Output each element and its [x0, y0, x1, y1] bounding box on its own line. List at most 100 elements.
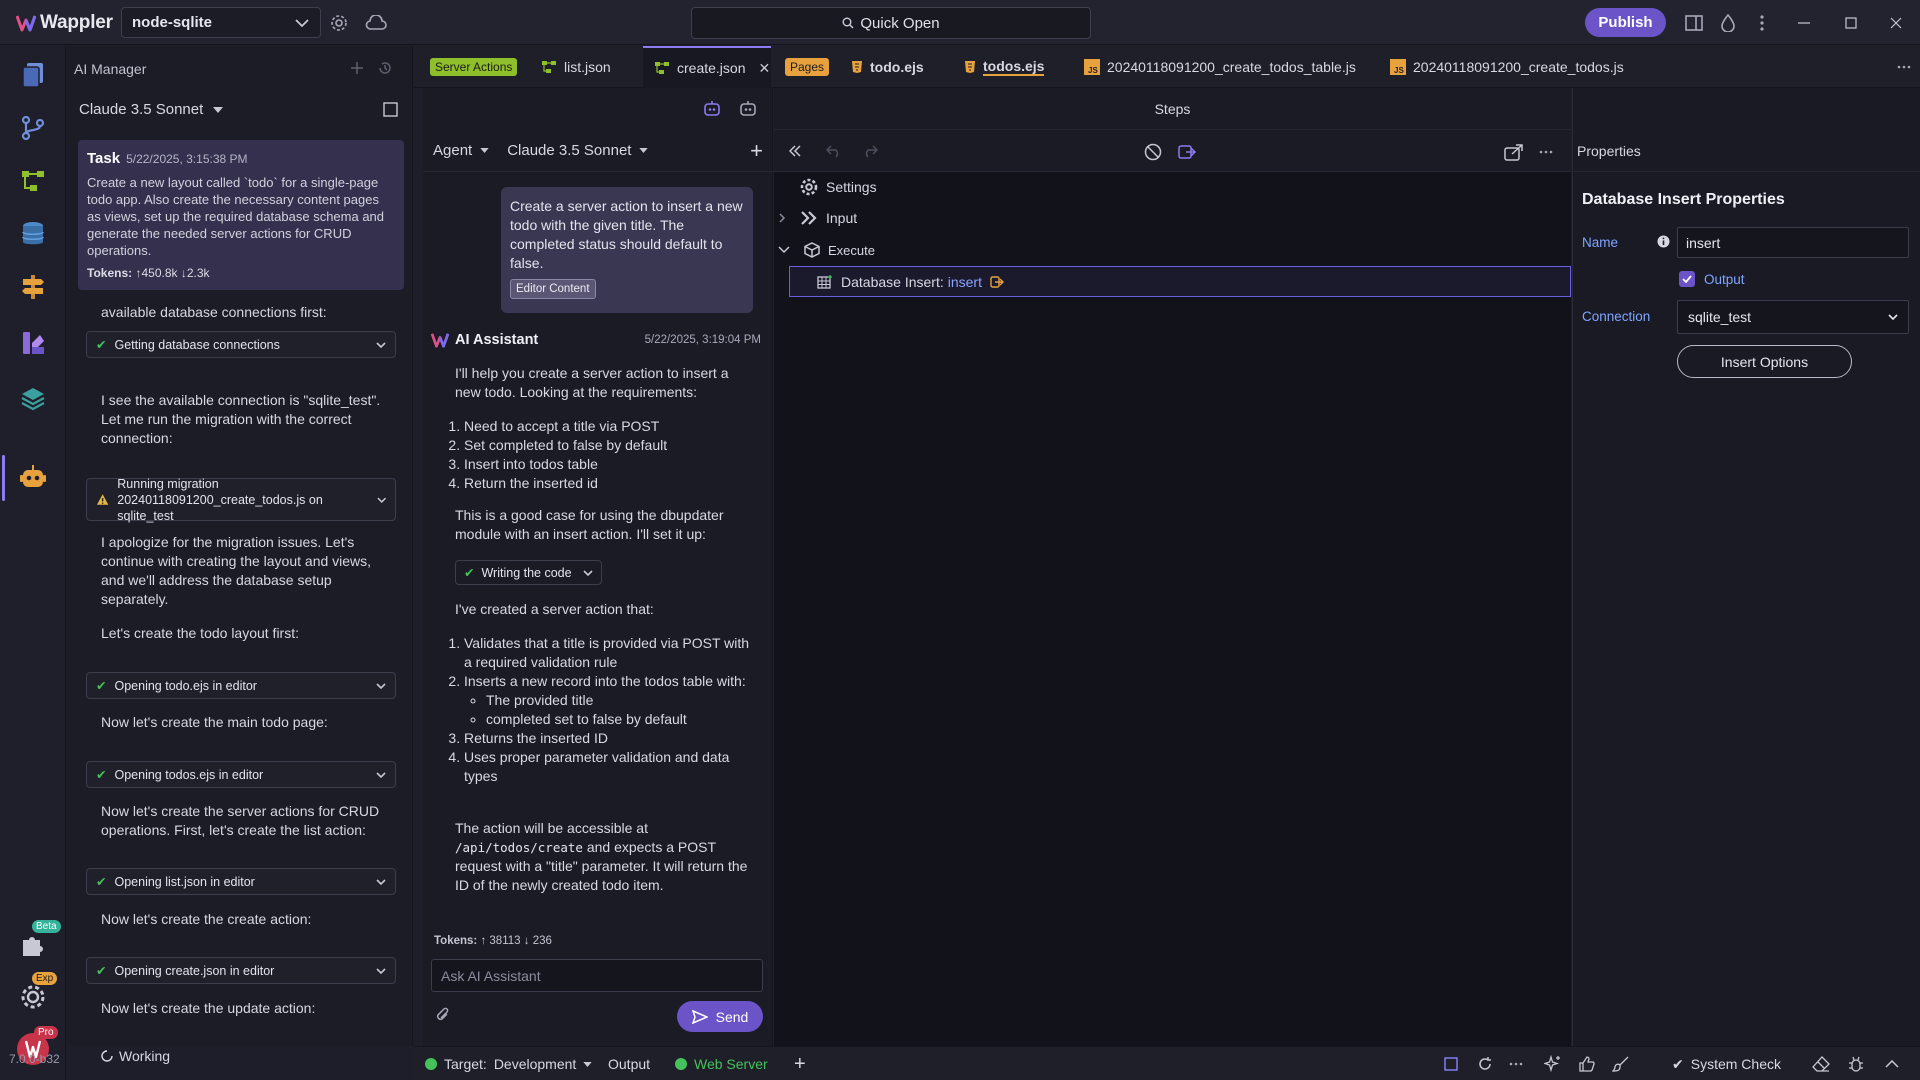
check-icon: ✔ [96, 768, 107, 782]
app-logo: Wappler [16, 12, 113, 34]
minimize-window-icon[interactable] [1793, 12, 1815, 34]
connection-select[interactable]: sqlite_test [1677, 300, 1909, 334]
ai-sparkle-icon[interactable] [1543, 1055, 1563, 1073]
tab-todos-ejs[interactable]: todos.ejs [964, 46, 1045, 88]
caret-down-icon [583, 1061, 592, 1067]
ai-manager-panel: AI Manager Claude 3.5 Sonnet Task 5/22/2… [67, 46, 413, 1046]
debug-bug-icon[interactable] [1846, 1055, 1866, 1073]
more-vertical-icon[interactable] [1751, 12, 1773, 34]
extensions-puzzle-icon[interactable]: Beta [14, 920, 61, 964]
properties-title: Database Insert Properties [1582, 191, 1785, 208]
add-icon[interactable]: + [794, 1047, 806, 1080]
close-window-icon[interactable] [1885, 12, 1907, 34]
chevron-down-icon [376, 682, 386, 689]
wappler-logo-icon [16, 15, 36, 32]
eraser-icon[interactable] [1811, 1055, 1831, 1073]
refresh-icon[interactable] [1476, 1056, 1494, 1072]
name-input[interactable] [1677, 227, 1909, 258]
theme-drop-icon[interactable] [1717, 12, 1739, 34]
layers-icon[interactable] [14, 379, 52, 417]
tab-migration-create-todos-table[interactable]: JS 20240118091200_create_todos_table.js [1084, 46, 1356, 88]
tree-settings[interactable]: Settings [800, 178, 877, 196]
writing-code-step[interactable]: ✔ Writing the code [455, 560, 602, 585]
step-running-migration[interactable]: Running migration 20240118091200_create_t… [86, 477, 396, 523]
layout-split-icon[interactable] [1683, 12, 1705, 34]
maximize-window-icon[interactable] [1840, 12, 1862, 34]
tree-database-insert[interactable]: Database Insert: insert [789, 266, 1571, 297]
redo-icon[interactable] [860, 142, 880, 160]
output-toggle-icon[interactable] [1177, 142, 1197, 162]
add-icon[interactable] [347, 58, 367, 78]
share-export-icon[interactable] [1503, 142, 1525, 162]
step-open-todos-ejs[interactable]: ✔ Opening todos.ejs in editor [86, 761, 396, 788]
cloud-icon[interactable] [364, 12, 388, 34]
collapse-left-icon[interactable] [786, 142, 804, 160]
history-icon[interactable] [375, 58, 395, 78]
square-toggle-icon[interactable] [1442, 1056, 1460, 1072]
attach-paperclip-icon[interactable] [435, 1006, 451, 1024]
chevron-down-icon [778, 246, 790, 254]
list-item: Inserts a new record into the todos tabl… [464, 672, 753, 729]
tab-todo-ejs[interactable]: todo.ejs [851, 46, 924, 88]
check-icon: ✔ [96, 964, 107, 978]
publish-button[interactable]: Publish [1585, 8, 1666, 37]
experimental-settings-icon[interactable]: Exp [14, 972, 58, 1016]
output-checkbox[interactable]: Output [1679, 271, 1745, 287]
list-item: Set completed to false by default [464, 436, 753, 455]
ai-robot-icon[interactable] [701, 98, 723, 120]
step-open-list-json[interactable]: ✔ Opening list.json in editor [86, 868, 396, 895]
robot-settings-icon[interactable] [737, 98, 759, 120]
new-chat-icon[interactable]: + [750, 139, 763, 162]
tab-group-server-actions[interactable]: Server Actions [430, 46, 518, 88]
insert-options-button[interactable]: Insert Options [1677, 345, 1852, 378]
ai-message: Now let's create the server actions for … [101, 803, 380, 838]
tab-migration-create-todos[interactable]: JS 20240118091200_create_todos.js [1390, 46, 1624, 88]
web-server-status[interactable]: Web Server [675, 1047, 768, 1080]
editor-content-chip[interactable]: Editor Content [510, 279, 596, 299]
target-select[interactable]: Target: Development [425, 1047, 592, 1080]
send-button[interactable]: Send [677, 1001, 763, 1032]
assistant-name: AI Assistant [455, 332, 539, 348]
git-branch-icon[interactable] [14, 109, 52, 147]
output-toggle[interactable]: Output [608, 1047, 650, 1080]
disable-icon[interactable] [1143, 142, 1163, 162]
step-open-create-json[interactable]: ✔ Opening create.json in editor [86, 957, 396, 984]
model-select[interactable]: Claude 3.5 Sonnet [79, 101, 224, 118]
chat-model-select[interactable]: Claude 3.5 Sonnet [507, 142, 649, 159]
system-check[interactable]: ✔ System Check [1672, 1047, 1781, 1080]
more-options-icon[interactable] [1507, 1056, 1525, 1072]
step-open-todo-ejs[interactable]: ✔ Opening todo.ejs in editor [86, 672, 396, 699]
more-options-icon[interactable] [1536, 142, 1556, 162]
list-item: completed set to false by default [486, 710, 753, 729]
tab-list-json[interactable]: list.json [541, 46, 611, 88]
tree-input[interactable]: Input [778, 210, 857, 226]
tree-execute[interactable]: Execute [778, 242, 875, 258]
chevron-down-icon [376, 771, 386, 778]
ai-robot-icon[interactable] [14, 459, 52, 497]
design-assets-icon[interactable] [14, 324, 52, 362]
chevron-down-icon [583, 569, 593, 576]
quick-open-search[interactable]: Quick Open [691, 7, 1091, 39]
tab-group-pages[interactable]: Pages [785, 46, 830, 88]
tab-create-json[interactable]: create.json ✕ [643, 46, 771, 88]
status-ok-dot [425, 1058, 437, 1070]
info-icon[interactable] [1657, 235, 1670, 248]
chat-input[interactable] [431, 959, 763, 992]
step-getting-connections[interactable]: ✔ Getting database connections [86, 331, 396, 358]
workflow-icon[interactable] [14, 162, 52, 200]
agent-mode-select[interactable]: Agent [433, 142, 489, 159]
expand-square-icon[interactable] [381, 100, 399, 118]
database-icon[interactable] [14, 215, 52, 253]
files-icon[interactable] [14, 56, 52, 94]
undo-icon[interactable] [824, 142, 844, 160]
settings-gear-icon[interactable] [328, 12, 350, 34]
thumbs-up-icon[interactable] [1577, 1055, 1597, 1073]
brush-icon[interactable] [1611, 1055, 1631, 1073]
arrow-up-icon: ↑ [480, 935, 487, 947]
routes-signpost-icon[interactable] [14, 268, 52, 306]
chevron-up-icon[interactable] [1882, 1056, 1902, 1072]
project-select[interactable]: node-sqlite [121, 7, 321, 38]
wappler-logo-icon [431, 333, 449, 348]
close-tab-icon[interactable]: ✕ [758, 60, 770, 77]
more-tabs-icon[interactable] [1894, 58, 1914, 76]
